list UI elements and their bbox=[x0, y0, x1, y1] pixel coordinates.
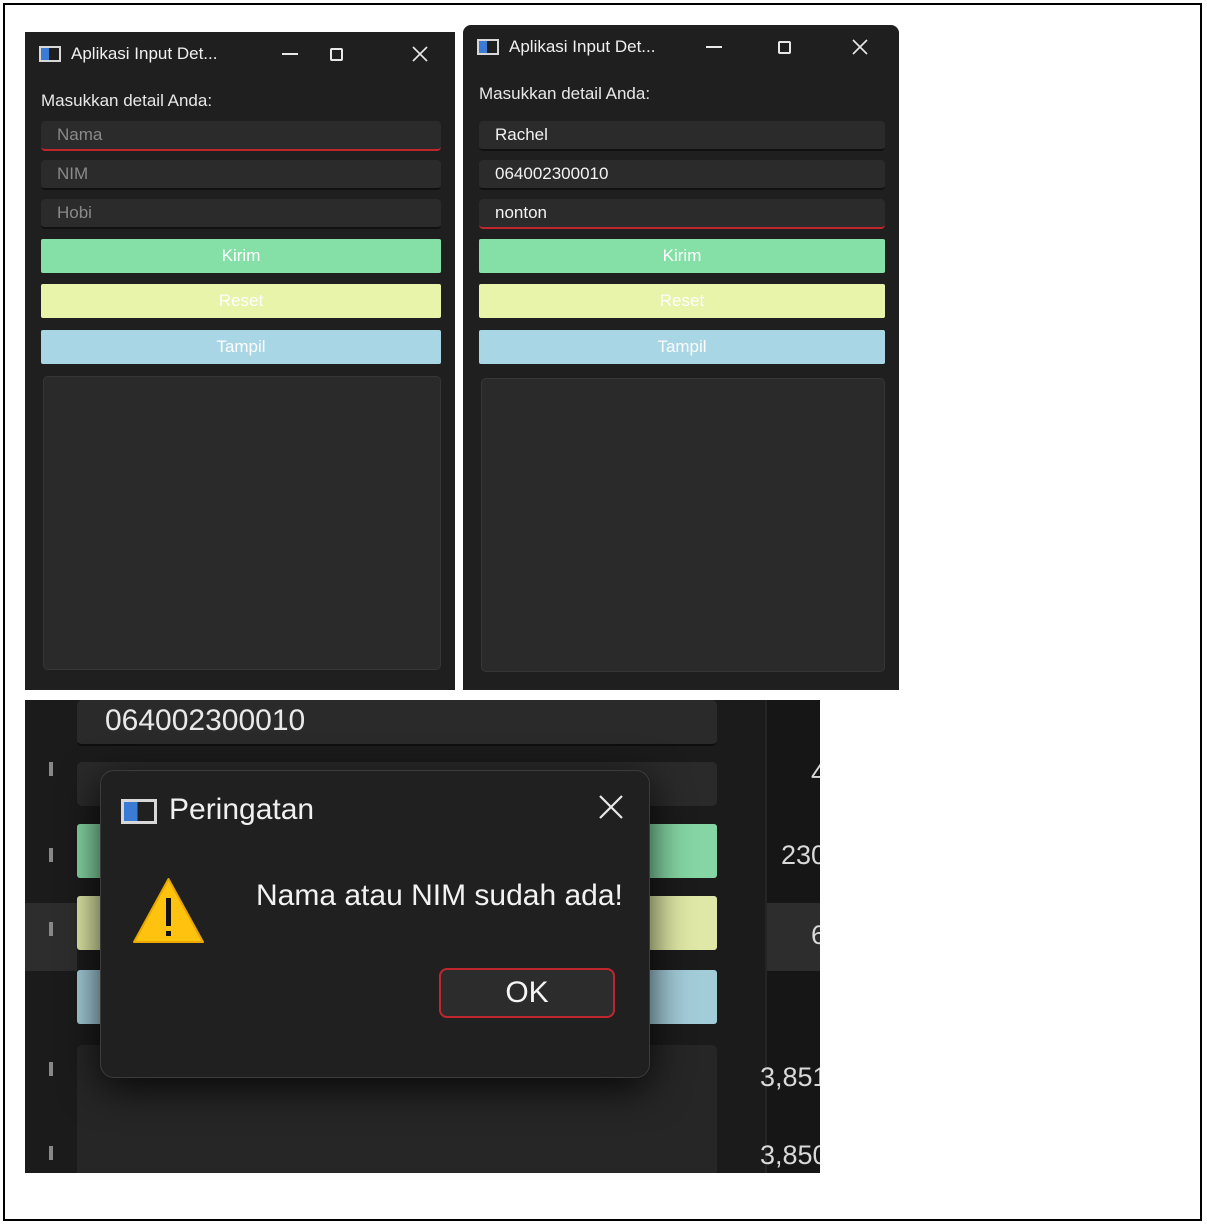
edge-marker bbox=[49, 922, 53, 936]
nim-input[interactable]: 064002300010 bbox=[479, 160, 885, 190]
form-prompt: Masukkan detail Anda: bbox=[479, 84, 651, 103]
app-window-icon bbox=[477, 39, 499, 55]
cell-value: 4 bbox=[811, 758, 820, 788]
app-window-empty: Aplikasi Input Det... Masukkan detail An… bbox=[25, 32, 455, 690]
tampil-button[interactable]: Tampil bbox=[479, 330, 885, 364]
output-textbox[interactable] bbox=[43, 376, 441, 670]
edge-marker bbox=[49, 848, 53, 862]
reset-button[interactable]: Reset bbox=[479, 284, 885, 318]
minimize-icon bbox=[706, 46, 722, 48]
form-prompt: Masukkan detail Anda: bbox=[41, 91, 213, 110]
minimize-button[interactable] bbox=[267, 32, 313, 76]
close-icon bbox=[852, 39, 868, 55]
ok-button[interactable]: OK bbox=[439, 968, 615, 1018]
edge-marker bbox=[49, 1146, 53, 1160]
hobi-input[interactable]: Hobi bbox=[41, 199, 441, 229]
edge-marker bbox=[49, 1062, 53, 1076]
close-icon bbox=[599, 795, 623, 819]
dialog-title: Peringatan bbox=[169, 793, 315, 826]
minimize-icon bbox=[282, 53, 298, 55]
maximize-icon bbox=[777, 40, 791, 54]
cell-value: 3,850 bbox=[760, 1140, 820, 1170]
minimize-button[interactable] bbox=[691, 25, 737, 69]
nama-input[interactable]: Rachel bbox=[479, 121, 885, 151]
maximize-button[interactable] bbox=[313, 32, 359, 76]
app-window-icon bbox=[121, 799, 157, 824]
edge-marker bbox=[49, 762, 53, 776]
close-button[interactable] bbox=[397, 32, 443, 76]
app-window-icon bbox=[39, 46, 61, 62]
kirim-button[interactable]: Kirim bbox=[479, 239, 885, 273]
maximize-button[interactable] bbox=[761, 25, 807, 69]
row-highlight bbox=[25, 903, 77, 971]
app-window-filled: Aplikasi Input Det... Masukkan detail An… bbox=[463, 25, 899, 690]
nim-value: 064002300010 bbox=[105, 704, 306, 737]
warning-dialog: Peringatan Nama atau NIM sudah ada! OK bbox=[100, 770, 650, 1078]
kirim-button[interactable]: Kirim bbox=[41, 239, 441, 273]
window-title: Aplikasi Input Det... bbox=[71, 44, 218, 63]
maximize-icon bbox=[329, 47, 343, 61]
zoomed-dialog-view: 064002300010 4 230 6 3,851 3,850 Peringa… bbox=[25, 700, 820, 1173]
title-bar: Aplikasi Input Det... bbox=[463, 25, 899, 69]
cell-value: 6 bbox=[811, 920, 820, 950]
nim-input[interactable]: NIM bbox=[41, 160, 441, 190]
warning-icon bbox=[133, 878, 204, 943]
dialog-close-button[interactable] bbox=[593, 789, 629, 825]
cell-value: 3,851 bbox=[760, 1062, 820, 1092]
window-title: Aplikasi Input Det... bbox=[509, 37, 656, 56]
close-button[interactable] bbox=[837, 25, 883, 69]
tampil-button[interactable]: Tampil bbox=[41, 330, 441, 364]
cell-value: 230 bbox=[781, 840, 820, 870]
dialog-message: Nama atau NIM sudah ada! bbox=[256, 879, 623, 912]
output-textbox[interactable] bbox=[481, 378, 885, 672]
hobi-input[interactable]: nonton bbox=[479, 199, 885, 229]
nama-input[interactable]: Nama bbox=[41, 121, 441, 151]
close-icon bbox=[412, 46, 428, 62]
title-bar: Aplikasi Input Det... bbox=[25, 32, 455, 76]
reset-button[interactable]: Reset bbox=[41, 284, 441, 318]
